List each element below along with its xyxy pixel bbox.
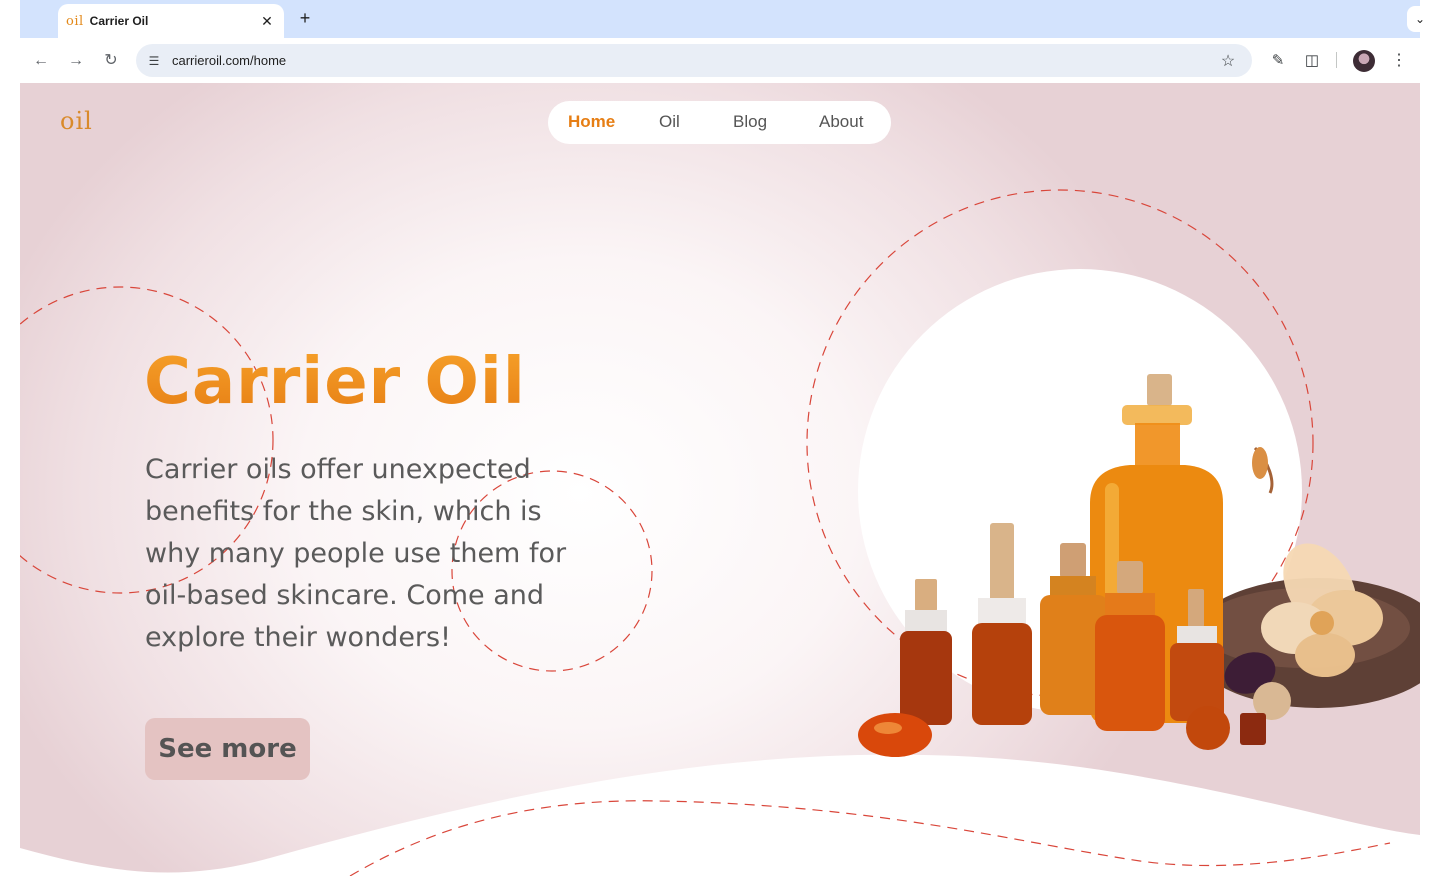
- forward-arrow-icon[interactable]: →: [65, 50, 87, 72]
- back-arrow-icon[interactable]: ←: [30, 50, 52, 72]
- browser-tab-strip: oil Carrier Oil ✕ + ⌄: [20, 0, 1433, 38]
- oil-capsule-left: [858, 713, 932, 757]
- close-tab-icon[interactable]: ✕: [258, 13, 276, 30]
- main-nav: Home Oil Blog About: [548, 101, 891, 144]
- hero-description: Carrier oils offer unexpected benefits f…: [145, 454, 567, 653]
- tab-search-chevron-icon[interactable]: ⌄: [1407, 6, 1433, 32]
- hero-title: Carrier Oil: [144, 345, 526, 419]
- bookmark-star-icon[interactable]: ☆: [1218, 51, 1238, 71]
- tab-favicon: oil: [66, 13, 84, 29]
- reload-icon[interactable]: ↻: [100, 50, 122, 72]
- url-text[interactable]: carrieroil.com/home: [172, 53, 1218, 68]
- oil-pearl-1: [1186, 706, 1230, 750]
- site-logo[interactable]: oil: [60, 107, 93, 135]
- nav-item-blog[interactable]: Blog: [733, 112, 767, 132]
- menu-kebab-icon[interactable]: ⋮: [1390, 50, 1408, 72]
- browser-tab[interactable]: oil Carrier Oil ✕: [58, 4, 284, 38]
- front-bottle: [1095, 615, 1165, 731]
- tab-title: Carrier Oil: [89, 14, 149, 28]
- site-info-icon[interactable]: ☰: [146, 53, 162, 69]
- toolbar-divider: [1336, 52, 1337, 68]
- webpage: oil Home Oil Blog About Carrier Oil Carr…: [20, 83, 1420, 876]
- new-tab-button[interactable]: +: [295, 8, 315, 28]
- small-bottle-left: [900, 631, 952, 725]
- medium-bottle-1: [972, 623, 1032, 725]
- see-more-button[interactable]: See more: [145, 718, 310, 780]
- nav-item-oil[interactable]: Oil: [659, 112, 680, 132]
- address-bar[interactable]: ☰ carrieroil.com/home ☆: [136, 44, 1252, 77]
- large-bottle-cork: [1147, 374, 1172, 406]
- extensions-puzzle-icon[interactable]: ◫: [1301, 50, 1323, 72]
- nav-item-about[interactable]: About: [819, 112, 863, 132]
- nav-item-home[interactable]: Home: [568, 112, 615, 132]
- browser-toolbar: ← → ↻ ☰ carrieroil.com/home ☆ ✎ ◫ ⋮: [20, 38, 1420, 83]
- profile-avatar[interactable]: [1353, 50, 1375, 72]
- paint-brush-extension-icon[interactable]: ✎: [1267, 50, 1289, 72]
